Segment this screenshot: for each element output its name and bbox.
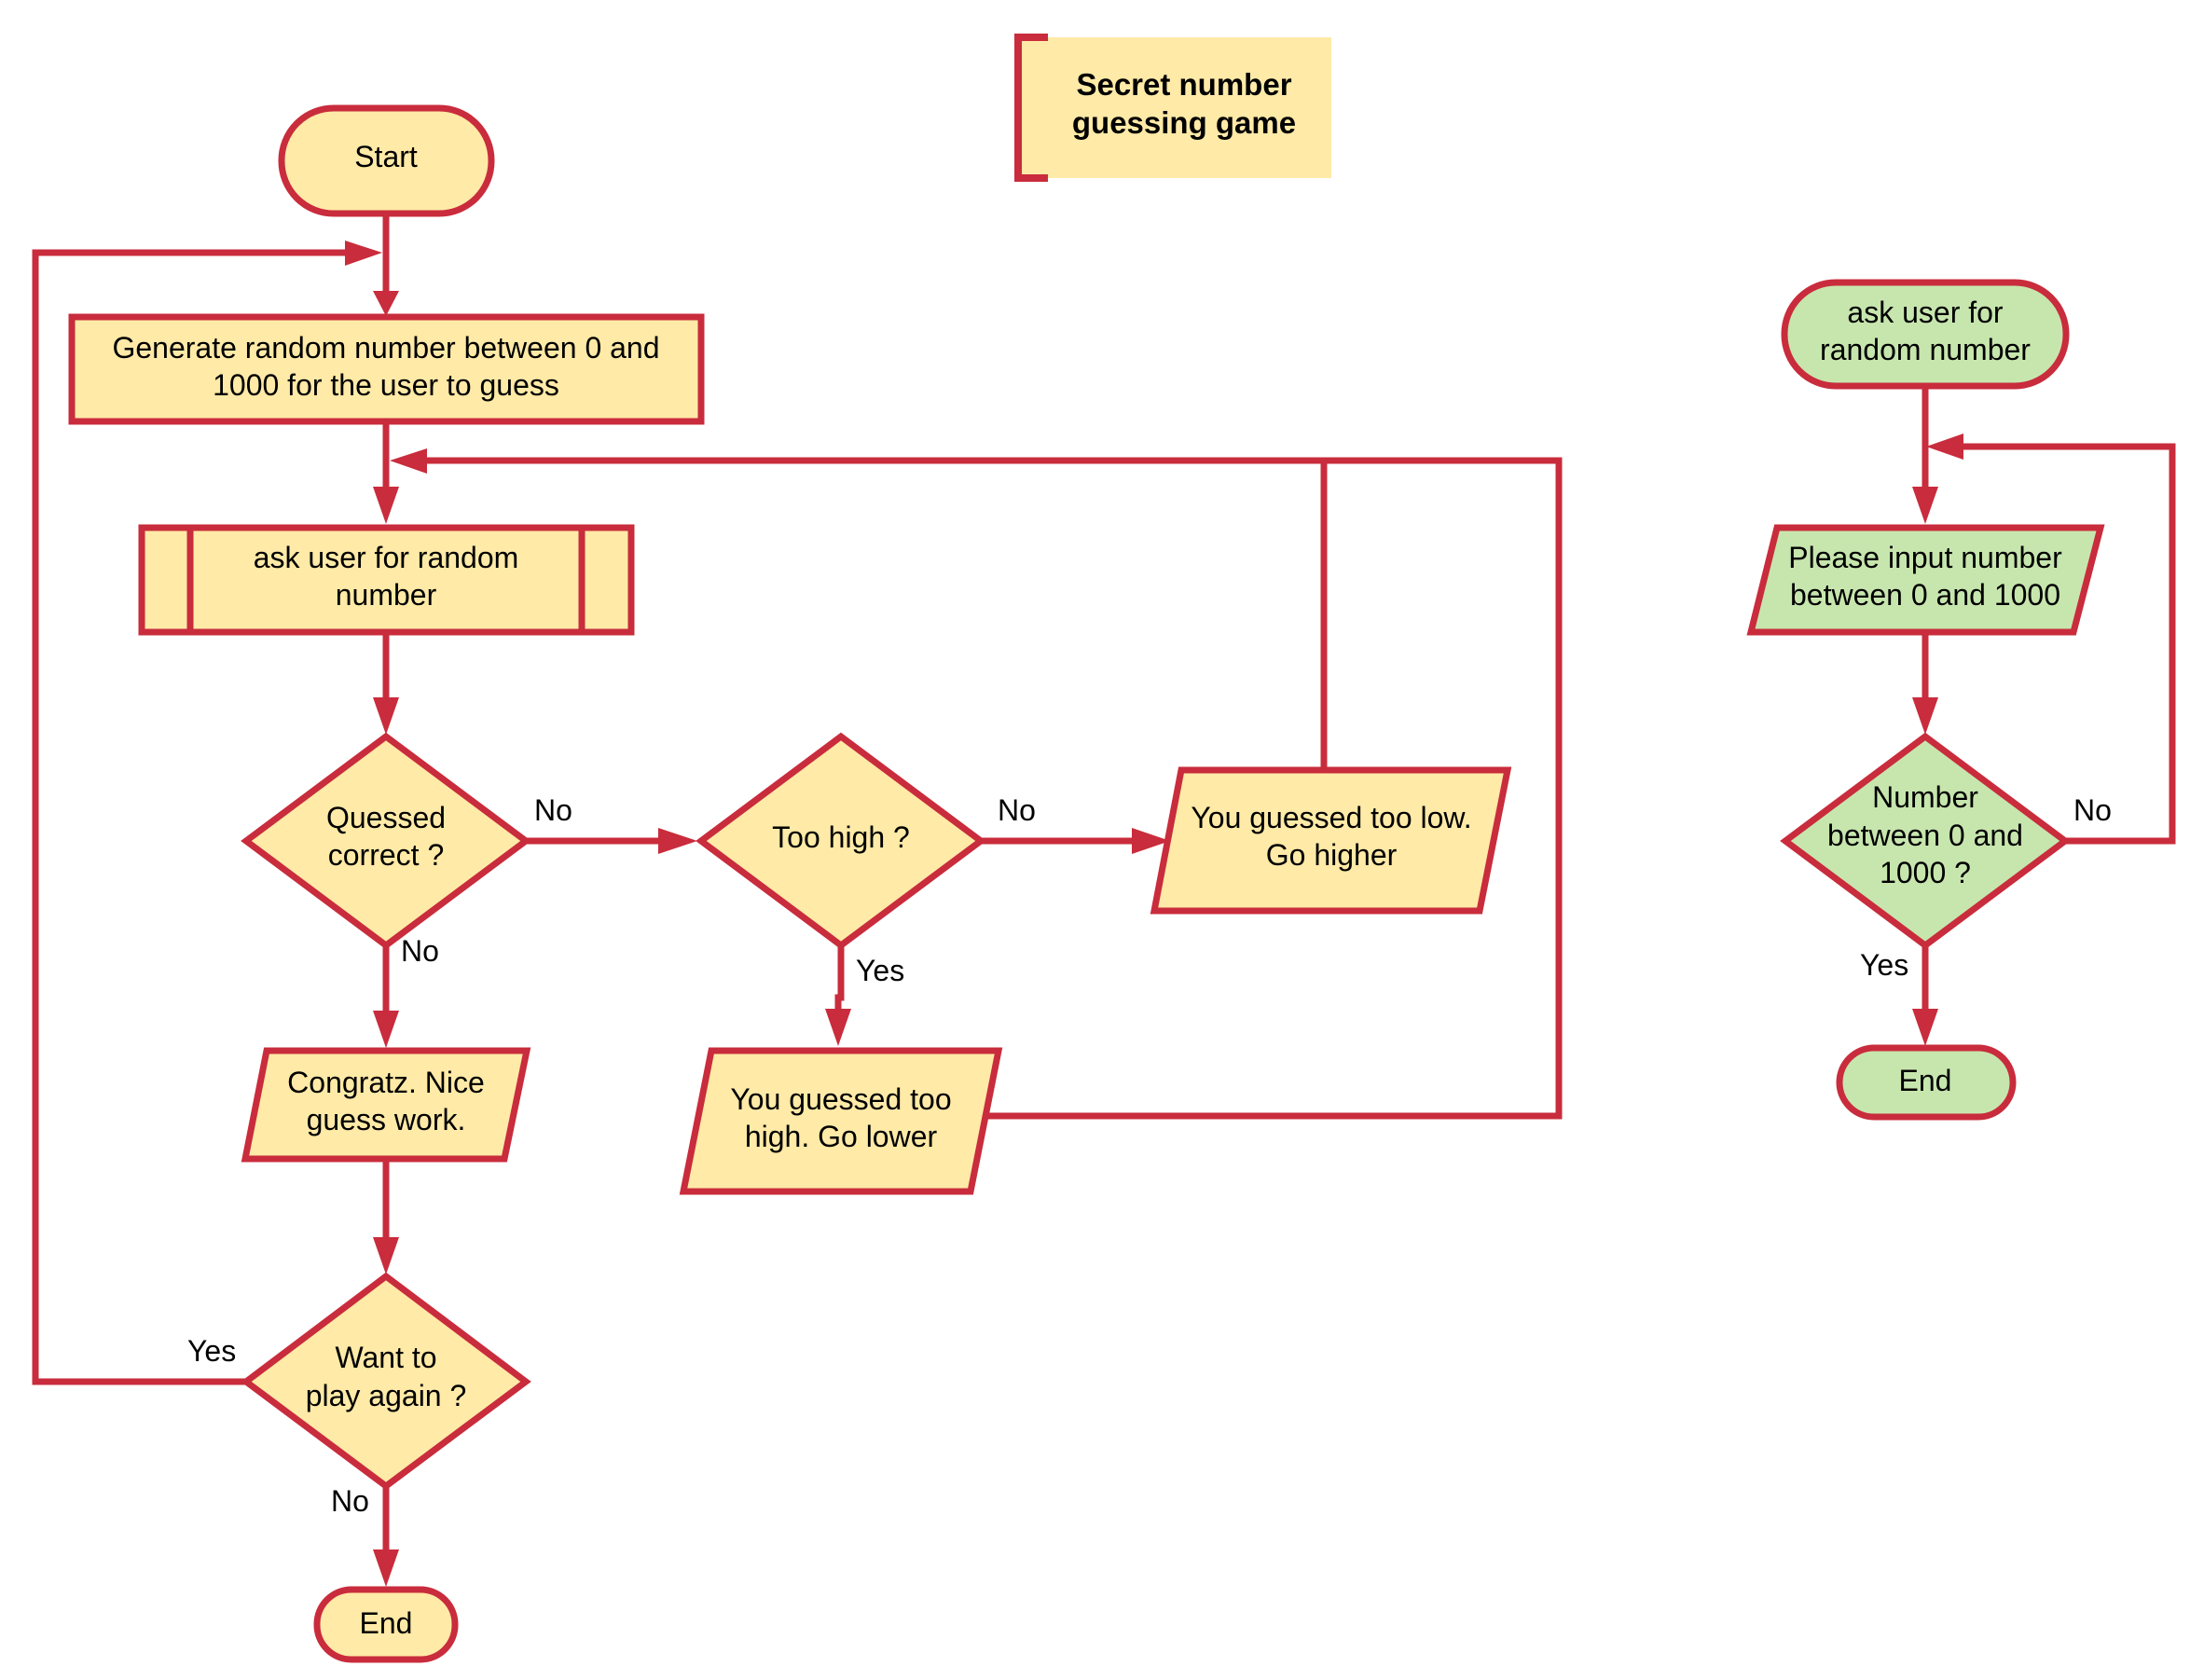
arrowhead-icon <box>825 1009 851 1046</box>
arrowhead-icon <box>373 487 399 524</box>
arrowhead-icon <box>373 1237 399 1274</box>
generate-node[interactable]: Generate random number between 0 and 100… <box>68 313 705 425</box>
sub-decision-line-2: between 0 and <box>1827 819 2023 852</box>
arrowhead-icon <box>1912 487 1938 524</box>
end-node[interactable]: End <box>313 1586 459 1663</box>
arrowhead-icon <box>345 241 382 266</box>
decision-correct-line-2: correct ? <box>328 838 444 872</box>
output-too-low-node[interactable]: You guessed too low. Go higher <box>1150 766 1512 915</box>
arrowhead-icon <box>1912 697 1938 735</box>
title-line-2: guessing game <box>1072 105 1296 140</box>
output-too-high-line-2: high. Go lower <box>745 1120 938 1153</box>
output-congratz-node[interactable]: Congratz. Nice guess work. <box>241 1047 531 1163</box>
output-too-low-line-2: Go higher <box>1266 838 1398 872</box>
sub-decision-line-1: Number <box>1872 780 1978 814</box>
sub-end-label: End <box>1899 1064 1952 1097</box>
sub-decision-line-3: 1000 ? <box>1880 856 1971 889</box>
decision-too-high-line-1: Too high ? <box>772 820 910 854</box>
decision-correct-node[interactable]: Quessed correct ? <box>241 732 531 950</box>
arrowhead-icon <box>373 697 399 735</box>
edge-label-sub-decision-yes: Yes <box>1860 948 1908 982</box>
flowchart-canvas: Secret number guessing game Start Genera… <box>32 34 2176 1663</box>
arrowhead-icon <box>373 1011 399 1048</box>
output-too-low-line-1: You guessed too low. <box>1191 801 1471 834</box>
arrowhead-icon <box>1912 1009 1938 1046</box>
edge-label-too-high-no: No <box>998 793 1036 827</box>
edge-label-play-again-yes: Yes <box>187 1334 236 1368</box>
decision-play-again-node[interactable]: Want to play again ? <box>241 1272 531 1491</box>
edge-label-correct-no-down: No <box>401 934 439 968</box>
decision-play-again-line-2: play again ? <box>306 1379 467 1412</box>
start-label: Start <box>354 140 418 173</box>
sub-start-node[interactable]: ask user for random number <box>1781 279 2070 390</box>
output-too-high-line-1: You guessed too <box>730 1082 951 1116</box>
generate-label-line-1: Generate random number between 0 and <box>112 331 659 365</box>
sub-end-node[interactable]: End <box>1836 1044 2017 1121</box>
decision-correct-line-1: Quessed <box>326 801 446 834</box>
edge-label-sub-decision-no: No <box>2073 793 2112 827</box>
start-node[interactable]: Start <box>278 104 495 217</box>
ask-label-line-1: ask user for random <box>254 541 519 574</box>
arrowhead-icon <box>373 1549 399 1587</box>
ask-label-line-2: number <box>336 578 437 612</box>
diagram-title: Secret number guessing game <box>1014 34 1331 182</box>
generate-label-line-2: 1000 for the user to guess <box>213 368 559 402</box>
output-congratz-line-1: Congratz. Nice <box>287 1066 485 1099</box>
arrowhead-icon <box>373 291 399 316</box>
output-congratz-line-2: guess work. <box>307 1103 466 1136</box>
edge-label-correct-no-right: No <box>534 793 572 827</box>
edge-label-too-high-yes: Yes <box>856 954 904 987</box>
arrowhead-icon <box>658 828 697 854</box>
sub-input-line-1: Please input number <box>1788 541 2062 574</box>
sub-decision-node[interactable]: Number between 0 and 1000 ? <box>1780 732 2071 950</box>
edge-label-play-again-no: No <box>331 1484 369 1518</box>
decision-too-high-node[interactable]: Too high ? <box>696 732 986 950</box>
end-label: End <box>360 1606 413 1640</box>
sub-start-line-1: ask user for <box>1847 296 2004 329</box>
sub-start-line-2: random number <box>1820 333 2031 366</box>
title-line-1: Secret number <box>1076 67 1291 102</box>
ask-subroutine-node[interactable]: ask user for random number <box>138 524 635 636</box>
sub-input-line-2: between 0 and 1000 <box>1790 578 2060 612</box>
arrowhead-icon <box>1926 434 1963 460</box>
arrowhead-icon <box>390 448 427 474</box>
sub-input-node[interactable]: Please input number between 0 and 1000 <box>1746 524 2105 636</box>
decision-play-again-line-1: Want to <box>335 1341 436 1374</box>
output-too-high-node[interactable]: You guessed too high. Go lower <box>679 1047 1003 1195</box>
